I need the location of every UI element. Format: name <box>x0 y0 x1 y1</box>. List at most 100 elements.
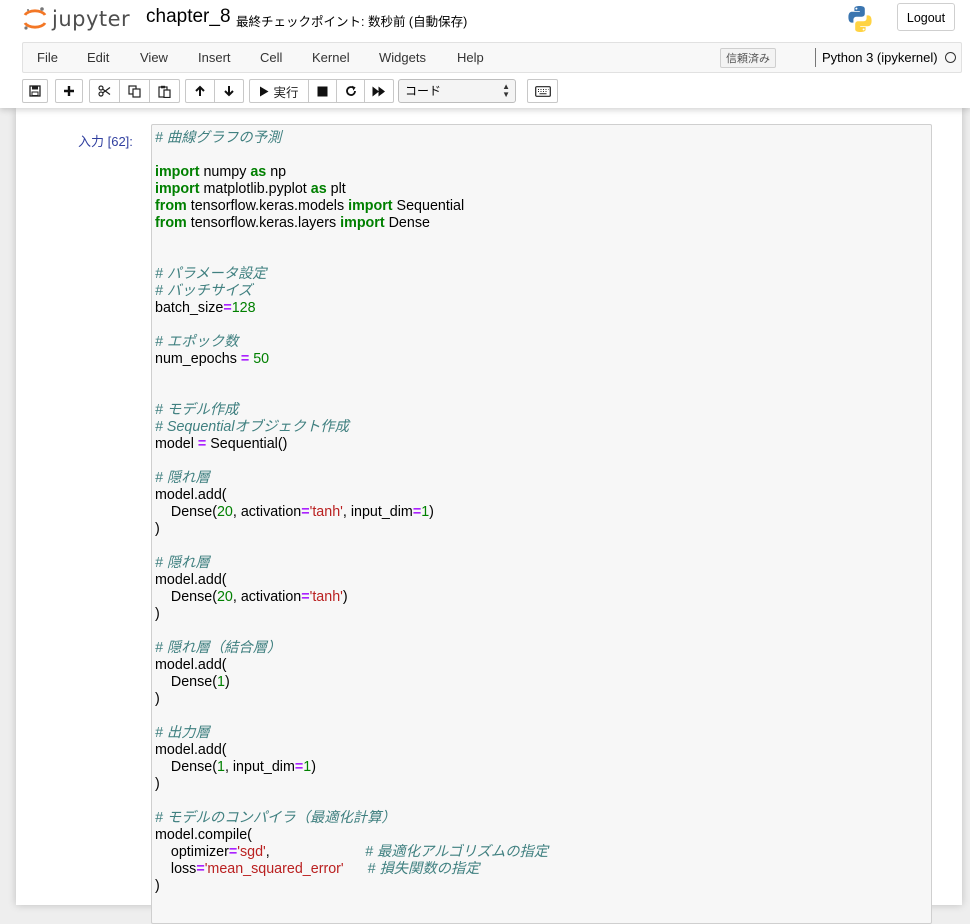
code-line: ) <box>155 776 548 793</box>
code-string: 'tanh' <box>309 504 343 520</box>
code-text: ) <box>155 521 160 537</box>
kernel-name[interactable]: Python 3 (ipykernel) <box>822 50 938 65</box>
code-text: ) <box>155 606 160 622</box>
code-string: 'tanh' <box>309 589 343 605</box>
code-text: ) <box>155 776 160 792</box>
code-comment: # モデル作成 <box>155 402 239 418</box>
code-line: from tensorflow.keras.layers import Dens… <box>155 215 548 232</box>
code-text: , <box>265 844 366 860</box>
trusted-badge[interactable]: 信頼済み <box>720 48 776 68</box>
code-editor[interactable]: # 曲線グラフの予測​import numpy as npimport matp… <box>155 130 548 895</box>
code-text: Sequential <box>392 198 465 214</box>
restart-button[interactable] <box>336 79 365 103</box>
code-text: np <box>266 164 287 180</box>
code-line: ​ <box>155 249 548 266</box>
code-line: # バッチサイズ <box>155 283 548 300</box>
code-comment: # 隠れ層 <box>155 555 210 571</box>
notebook-title[interactable]: chapter_8 <box>146 6 231 28</box>
code-operator: = <box>294 759 304 775</box>
menu-edit[interactable]: Edit <box>87 50 109 65</box>
code-line: # モデル作成 <box>155 402 548 419</box>
menu-bar: File Edit View Insert Cell Kernel Widget… <box>22 42 962 73</box>
menu-help[interactable]: Help <box>457 50 484 65</box>
code-number: 20 <box>216 504 233 520</box>
menu-insert[interactable]: Insert <box>198 50 231 65</box>
cell-input-prompt: 入力 [62]: <box>78 134 133 149</box>
code-keyword: as <box>250 164 267 180</box>
run-button[interactable]: 実行 <box>249 79 309 103</box>
code-line: ​ <box>155 232 548 249</box>
cell-type-select[interactable]: コード ▲ ▼ <box>398 79 516 103</box>
code-comment: # 最適化アルゴリズムの指定 <box>365 844 549 860</box>
menu-view[interactable]: View <box>140 50 168 65</box>
code-line: ​ <box>155 623 548 640</box>
code-line: # 隠れ層 <box>155 470 548 487</box>
code-string: 'sgd' <box>237 844 266 860</box>
cut-button[interactable] <box>89 79 120 103</box>
code-line: # 出力層 <box>155 725 548 742</box>
code-text: Dense( <box>155 674 217 690</box>
code-operator: = <box>196 861 205 877</box>
insert-cell-button[interactable] <box>55 79 83 103</box>
code-line: # Sequentialオブジェクト作成 <box>155 419 548 436</box>
code-text: model <box>155 436 198 452</box>
code-line: model.add( <box>155 487 548 504</box>
code-string: 'mean_squared_error' <box>204 861 344 877</box>
code-line: ​ <box>155 317 548 334</box>
fast-forward-icon <box>372 86 386 97</box>
jupyter-logo[interactable]: jupyter <box>22 4 130 34</box>
code-line: # 隠れ層 <box>155 555 548 572</box>
code-line: model = Sequential() <box>155 436 548 453</box>
code-line: model.compile( <box>155 827 548 844</box>
interrupt-button[interactable] <box>308 79 337 103</box>
save-icon <box>29 85 41 97</box>
code-text: plt <box>326 181 346 197</box>
code-line: ) <box>155 521 548 538</box>
menu-cell[interactable]: Cell <box>260 50 282 65</box>
code-line: from tensorflow.keras.models import Sequ… <box>155 198 548 215</box>
kernel-separator <box>815 48 816 67</box>
code-line: Dense(20, activation='tanh') <box>155 589 548 606</box>
code-text: model.add( <box>155 572 227 588</box>
code-number: 1 <box>303 759 312 775</box>
code-line: ​ <box>155 385 548 402</box>
code-comment: # Sequentialオブジェクト作成 <box>155 419 349 435</box>
code-comment: # 隠れ層 <box>155 470 210 486</box>
code-text: Sequential() <box>206 436 288 452</box>
menu-kernel[interactable]: Kernel <box>312 50 350 65</box>
code-line: model.add( <box>155 572 548 589</box>
code-line: optimizer='sgd', # 最適化アルゴリズムの指定 <box>155 844 548 861</box>
select-arrows-icon: ▲ ▼ <box>502 82 510 99</box>
code-line: Dense(1) <box>155 674 548 691</box>
code-comment: # パラメータ設定 <box>155 266 267 282</box>
logout-button[interactable]: Logout <box>897 3 955 31</box>
code-text: Dense( <box>155 589 217 605</box>
copy-button[interactable] <box>119 79 150 103</box>
move-up-button[interactable] <box>185 79 215 103</box>
code-line: batch_size=128 <box>155 300 548 317</box>
code-text: tensorflow.keras.layers <box>186 215 341 231</box>
code-comment: # バッチサイズ <box>155 283 253 299</box>
code-number: 1 <box>216 674 225 690</box>
stop-icon <box>317 86 328 97</box>
arrow-down-icon <box>223 85 235 97</box>
menu-widgets[interactable]: Widgets <box>379 50 426 65</box>
refresh-icon <box>345 85 357 97</box>
code-text: model.add( <box>155 657 227 673</box>
code-keyword: from <box>155 198 187 214</box>
code-text: batch_size <box>155 300 224 316</box>
command-palette-button[interactable] <box>527 79 558 103</box>
save-button[interactable] <box>22 79 48 103</box>
code-operator: = <box>412 504 422 520</box>
kernel-idle-indicator-icon <box>945 52 956 63</box>
code-number: 1 <box>421 504 430 520</box>
code-line: Dense(20, activation='tanh', input_dim=1… <box>155 504 548 521</box>
menu-file[interactable]: File <box>37 50 58 65</box>
paste-button[interactable] <box>149 79 180 103</box>
arrow-up-icon <box>194 85 206 97</box>
restart-run-all-button[interactable] <box>364 79 394 103</box>
code-line: num_epochs = 50 <box>155 351 548 368</box>
code-text: ) <box>155 691 160 707</box>
move-down-button[interactable] <box>214 79 244 103</box>
code-text: matplotlib.pyplot <box>199 181 311 197</box>
